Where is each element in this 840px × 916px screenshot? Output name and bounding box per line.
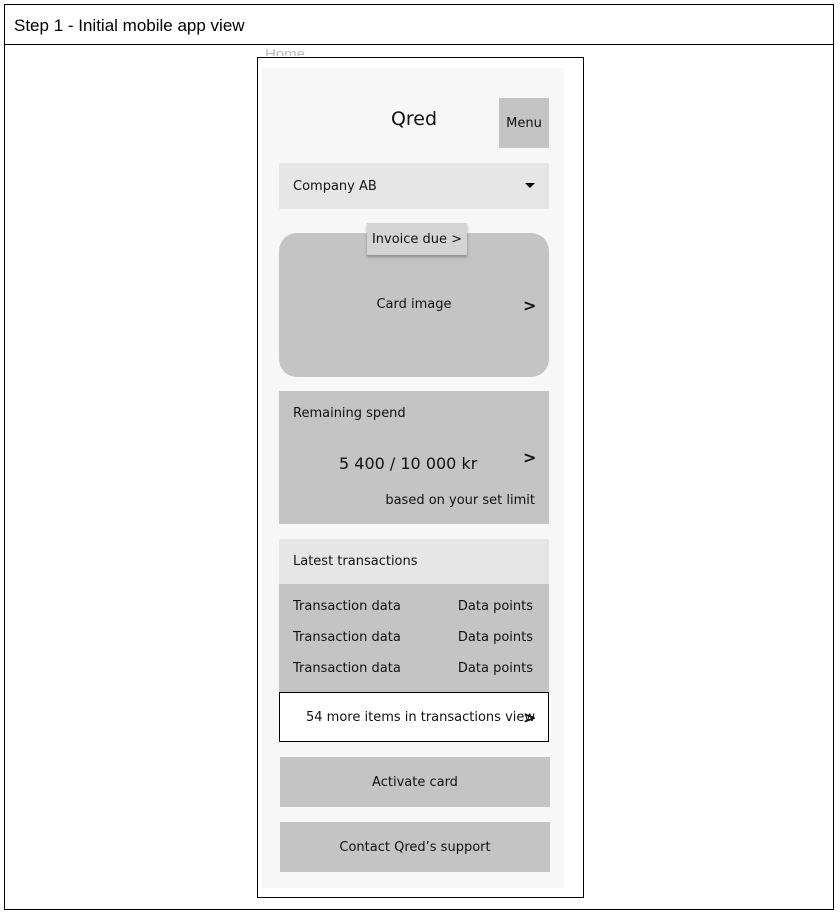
activate-card-button[interactable]: Activate card [280, 757, 550, 807]
chevron-down-icon [525, 183, 535, 188]
transaction-name: Transaction data [293, 630, 401, 645]
remaining-spend-value: 5 400 / 10 000 kr [339, 454, 478, 473]
invoice-due-badge[interactable]: Invoice due > [367, 223, 467, 255]
table-row[interactable]: Transaction data Data points [293, 661, 533, 676]
table-row[interactable]: Transaction data Data points [293, 599, 533, 614]
company-select-value: Company AB [293, 178, 377, 194]
transaction-name: Transaction data [293, 599, 401, 614]
company-select[interactable]: Company AB [279, 163, 549, 209]
table-row[interactable]: Transaction data Data points [293, 630, 533, 645]
card-image-label: Card image [376, 297, 452, 312]
chevron-right-icon: > [523, 448, 537, 467]
chevron-right-icon: > [523, 708, 537, 727]
transactions-heading: Latest transactions [279, 539, 549, 584]
contact-support-button[interactable]: Contact Qred’s support [280, 822, 550, 872]
app-title: Qred [390, 108, 438, 130]
spend-limit-note: based on your set limit [385, 493, 535, 508]
home-label: Home [265, 46, 306, 56]
more-transactions-label: 54 more items in transactions view [306, 710, 536, 725]
transactions-list: Transaction data Data points Transaction… [279, 584, 549, 693]
menu-button[interactable]: Menu [499, 98, 549, 148]
step-title: Step 1 - Initial mobile app view [4, 4, 834, 45]
transaction-value: Data points [457, 630, 533, 645]
transaction-value: Data points [457, 661, 533, 676]
more-transactions-link[interactable]: 54 more items in transactions view > [279, 692, 549, 742]
remaining-spend-panel[interactable]: Remaining spend 5 400 / 10 000 kr > base… [279, 391, 549, 524]
transaction-name: Transaction data [293, 661, 401, 676]
chevron-right-icon: > [523, 296, 537, 315]
transaction-value: Data points [457, 599, 533, 614]
remaining-spend-label: Remaining spend [293, 406, 406, 421]
